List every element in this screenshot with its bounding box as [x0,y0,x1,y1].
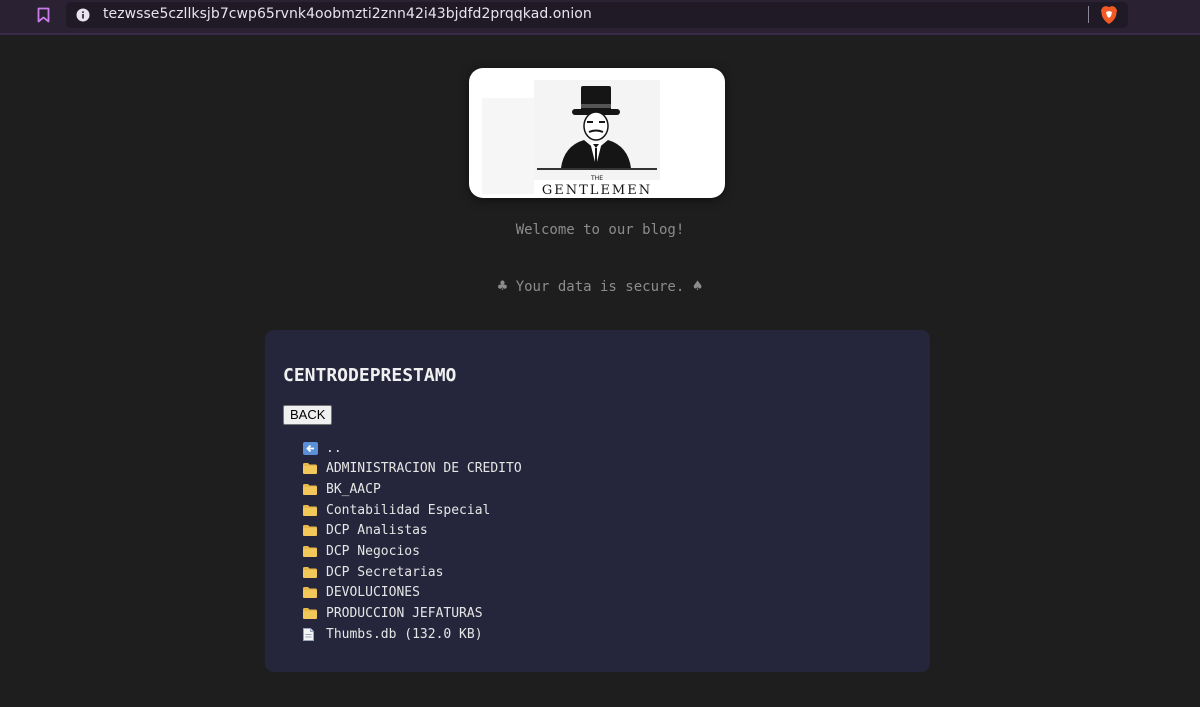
entry-label[interactable]: DCP Analistas [326,523,428,538]
directory-panel: CENTRODEPRESTAMO BACK .. ADMINISTRACION … [265,330,930,672]
folder-icon [303,463,326,475]
site-logo: THE GENTLEMEN [469,68,725,198]
list-item-folder[interactable]: DCP Analistas [303,521,522,542]
entry-label[interactable]: Thumbs.db (132.0 KB) [326,627,483,642]
directory-title: CENTRODEPRESTAMO [283,365,457,386]
folder-icon [303,566,326,578]
list-item-folder[interactable]: Contabilidad Especial [303,500,522,521]
entry-label[interactable]: ADMINISTRACION DE CREDITO [326,461,522,476]
logo-text-gentlemen: GENTLEMEN [542,183,652,198]
brave-shields-icon[interactable] [1100,5,1118,25]
back-button[interactable]: BACK [283,405,333,425]
site-info-icon[interactable] [76,8,90,22]
list-item-folder[interactable]: ADMINISTRACION DE CREDITO [303,459,522,480]
folder-icon [303,525,326,537]
secure-text: Your data is secure. [515,279,685,295]
address-bar-divider [1088,6,1089,23]
entry-label[interactable]: DEVOLUCIONES [326,585,420,600]
list-item-folder[interactable]: DCP Negocios [303,541,522,562]
list-item-folder[interactable]: DCP Secretarias [303,562,522,583]
folder-icon [303,587,326,599]
entry-label[interactable]: PRODUCCION JEFATURAS [326,606,483,621]
up-arrow-icon [303,441,326,455]
folder-icon [303,484,326,496]
address-bar[interactable]: tezwsse5czllksjb7cwp65rvnk4oobmzti2znn42… [66,2,1128,28]
url-text[interactable]: tezwsse5czllksjb7cwp65rvnk4oobmzti2znn42… [103,6,592,22]
entry-label[interactable]: BK_AACP [326,482,381,497]
folder-icon [303,504,326,516]
list-item-folder[interactable]: PRODUCCION JEFATURAS [303,603,522,624]
club-icon: ♣ [497,276,508,295]
welcome-text: Welcome to our blog! [515,222,685,238]
folder-icon [303,607,326,619]
folder-icon [303,546,326,558]
entry-label[interactable]: .. [326,441,342,456]
gentleman-illustration: THE GENTLEMEN [482,80,660,198]
spade-icon: ♠ [692,276,703,295]
list-item-folder[interactable]: BK_AACP [303,479,522,500]
list-item-parent-directory[interactable]: .. [303,438,522,459]
list-item-file[interactable]: Thumbs.db (132.0 KB) [303,624,522,645]
list-item-folder[interactable]: DEVOLUCIONES [303,582,522,603]
entry-label[interactable]: Contabilidad Especial [326,503,490,518]
logo-text-the: THE [590,175,603,182]
entry-label[interactable]: DCP Negocios [326,544,420,559]
entry-label[interactable]: DCP Secretarias [326,565,443,580]
bookmark-icon[interactable] [34,5,52,25]
file-list: .. ADMINISTRACION DE CREDITO BK_AACP Con… [303,438,522,644]
browser-toolbar: tezwsse5czllksjb7cwp65rvnk4oobmzti2znn42… [0,0,1200,35]
file-icon [303,627,326,641]
secure-message: ♣ Your data is secure. ♠ [0,276,1200,295]
